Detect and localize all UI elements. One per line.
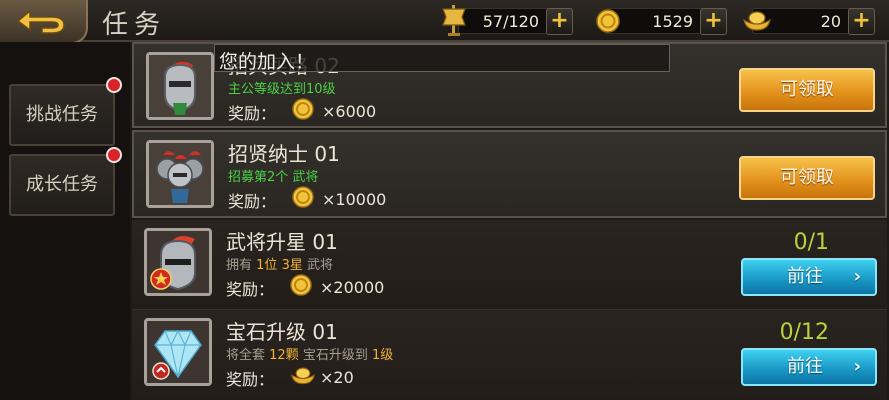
reward-amount: ×20000 (320, 278, 385, 297)
task-description: 招募第2个 武将 (228, 170, 319, 185)
claim-reward-button[interactable]: 可领取 (739, 156, 875, 200)
task-title: 武将升星 01 (226, 230, 338, 254)
gold-coin-icon (596, 9, 620, 33)
back-button[interactable] (0, 0, 88, 44)
task-list[interactable]: 招兵买路 02 主公等级达到10级 奖励： ×6000 可领取 招贤纳士 01 (130, 42, 889, 400)
task-row: 武将升星 01 拥有 1位 3星 武将 奖励： ×20000 0/1 前往 › (132, 220, 887, 310)
reward-label: 奖励： (226, 370, 275, 389)
reward-amount: ×20 (320, 368, 354, 387)
notification-dot (106, 77, 122, 93)
toast-text: 您的加入！ (219, 51, 315, 73)
go-button-label: 前往 (787, 356, 823, 377)
reward-label: 奖励： (228, 104, 277, 123)
task-description: 主公等级达到10级 (228, 82, 336, 97)
task-description: 拥有 1位 3星 武将 (226, 258, 333, 273)
add-stamina-button[interactable]: + (546, 8, 573, 35)
knight-portrait-icon (146, 52, 214, 120)
reward-amount: ×6000 (322, 102, 377, 121)
task-title: 招贤纳士 01 (228, 142, 340, 166)
go-button-label: 前往 (787, 266, 823, 287)
add-gold-button[interactable]: + (700, 8, 727, 35)
reward-label: 奖励： (228, 192, 277, 211)
task-progress: 0/12 (779, 320, 829, 345)
add-ingot-button[interactable]: + (848, 8, 875, 35)
reward-amount: ×10000 (322, 190, 387, 209)
ingot-value: 20 (820, 12, 841, 31)
notification-dot (106, 147, 122, 163)
chevron-right-icon: › (853, 356, 861, 377)
gold-coin-icon (290, 274, 312, 296)
chevron-right-icon: › (853, 266, 861, 287)
stamina-counter: 57/120 + (458, 8, 573, 35)
stamina-value: 57/120 (482, 12, 539, 31)
page-title: 任务 (102, 10, 167, 40)
tab-label: 挑战任务 (26, 104, 98, 125)
task-progress: 0/1 (793, 230, 829, 255)
back-arrow-icon (16, 9, 65, 34)
task-description: 将全套 12颗 宝石升级到 1级 (226, 348, 394, 363)
recruits-portrait-icon (146, 140, 214, 208)
tab-growth-tasks[interactable]: 成长任务 (9, 147, 122, 216)
task-row: 宝石升级 01 将全套 12颗 宝石升级到 1级 奖励： ×20 0/12 前往… (132, 310, 887, 400)
gold-ingot-icon (290, 367, 316, 385)
go-button[interactable]: 前往 › (741, 348, 877, 386)
gold-coin-icon (292, 186, 314, 208)
gold-ingot-icon (743, 11, 771, 31)
side-panel: 挑战任务 成长任务 (0, 42, 130, 400)
go-button[interactable]: 前往 › (741, 258, 877, 296)
reward-label: 奖励： (226, 280, 275, 299)
task-row: 招贤纳士 01 招募第2个 武将 奖励： ×10000 可领取 (132, 130, 887, 218)
task-title: 宝石升级 01 (226, 320, 338, 344)
claim-reward-button[interactable]: 可领取 (739, 68, 875, 112)
gem-upgrade-icon (144, 318, 212, 386)
tab-label: 成长任务 (26, 174, 98, 195)
tab-challenge-tasks[interactable]: 挑战任务 (9, 77, 122, 146)
banner-flag-icon (442, 5, 466, 36)
gold-coin-icon (292, 98, 314, 120)
top-bar: 任务 57/120 + 1529 + 20 + (0, 0, 889, 44)
gold-counter: 1529 + (604, 8, 727, 35)
toast-message: 您的加入！ (214, 44, 670, 73)
gold-value: 1529 (652, 12, 693, 31)
helmet-star-icon (144, 228, 212, 296)
